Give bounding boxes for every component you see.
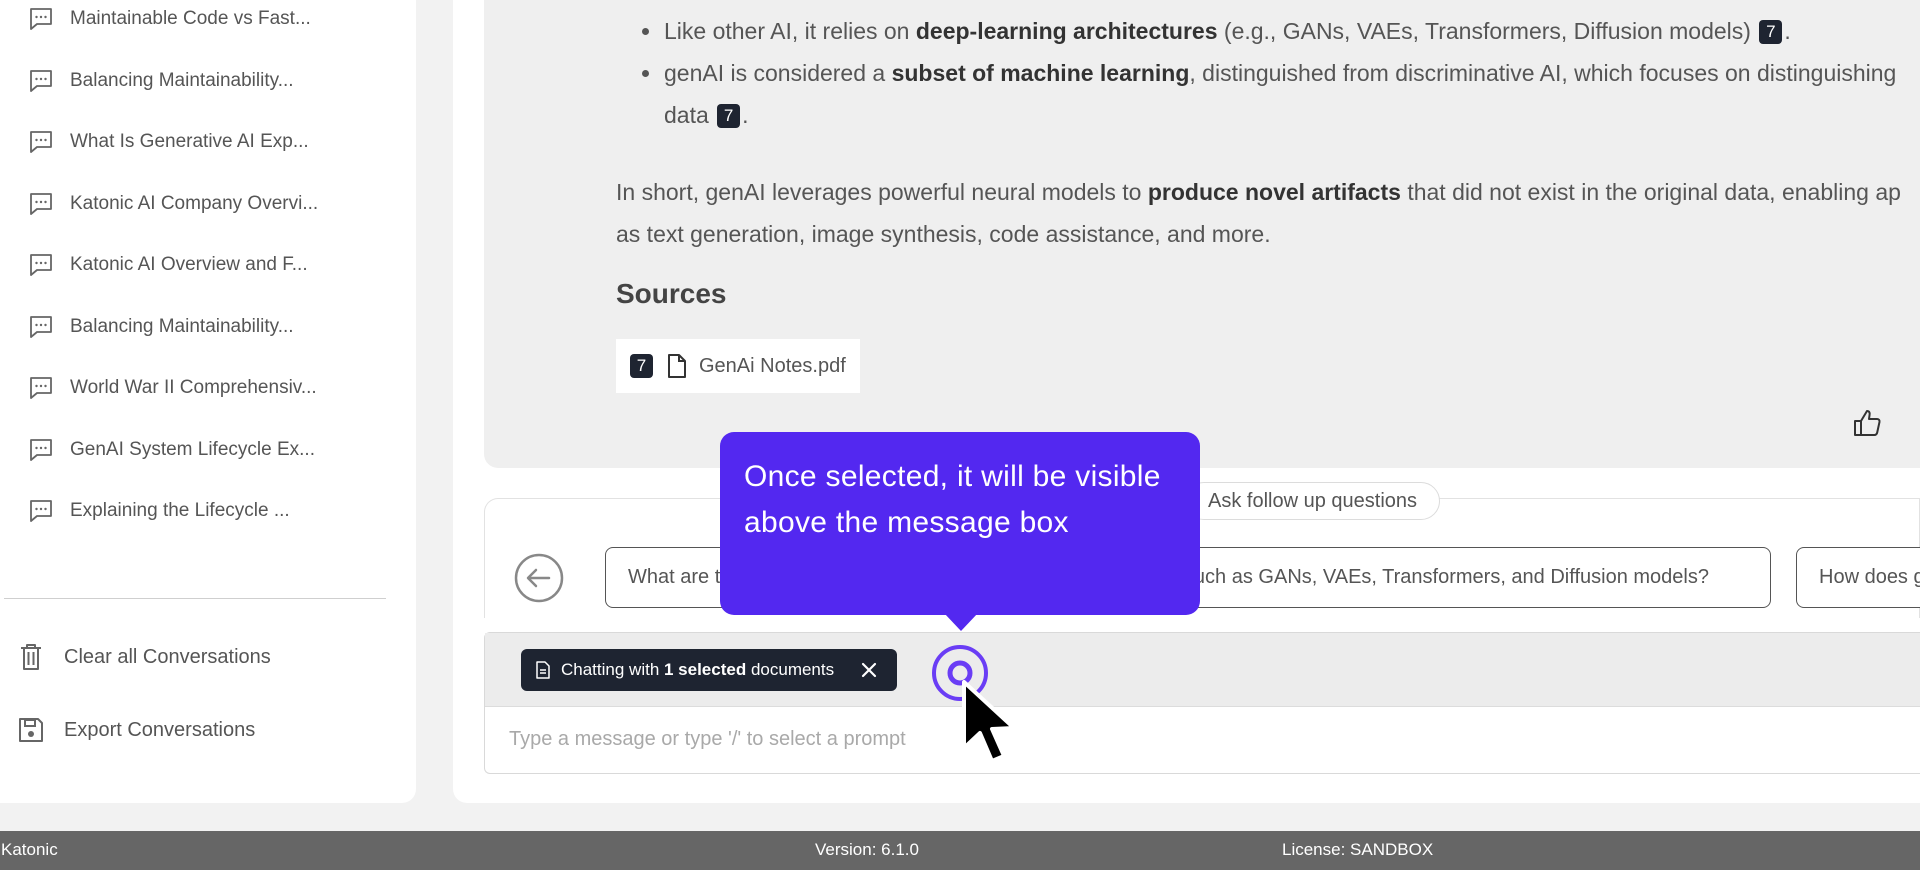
close-icon[interactable] <box>859 660 879 680</box>
chat-icon <box>30 254 52 276</box>
chat-icon <box>30 70 52 92</box>
chip-text-part: Chatting with <box>561 660 664 679</box>
suggested-question-text: I, such as GANs, VAEs, Transformers, and… <box>1167 566 1709 588</box>
document-icon <box>536 661 550 679</box>
suggested-question-text: How does g <box>1819 566 1920 588</box>
export-conversations-button[interactable]: Export Conversations <box>16 713 255 747</box>
sources-heading: Sources <box>616 278 727 309</box>
answer-bullet: genAI is considered a subset of machine … <box>642 52 1920 136</box>
status-footer: Katonic Version: 6.1.0 License: SANDBOX <box>0 831 1920 870</box>
bullet-text: data <box>664 102 716 128</box>
bullet-text: genAI is considered a <box>664 60 892 86</box>
clear-conversations-label: Clear all Conversations <box>64 645 271 668</box>
followup-label: Ask follow up questions <box>1185 482 1441 520</box>
bullet-text: (e.g., GANs, VAEs, Transformers, Diffusi… <box>1217 18 1758 44</box>
back-arrow-icon[interactable] <box>514 553 564 603</box>
conversation-label: Explaining the Lifecycle ... <box>70 500 290 521</box>
summary-text: that did not exist in the original data,… <box>1400 179 1901 205</box>
source-file-name: GenAi Notes.pdf <box>699 354 846 377</box>
selected-documents-chip[interactable]: Chatting with 1 selected documents <box>521 649 897 691</box>
conversation-item[interactable]: World War II Comprehensiv... <box>28 373 317 403</box>
chat-icon <box>30 377 52 399</box>
conversation-item[interactable]: Katonic AI Company Overvi... <box>28 189 318 219</box>
export-conversations-label: Export Conversations <box>64 718 256 741</box>
conversation-item[interactable]: What Is Generative AI Exp... <box>28 127 309 157</box>
message-input[interactable] <box>509 717 1899 761</box>
chip-text: Chatting with 1 selected documents <box>561 660 834 680</box>
thumbs-up-icon[interactable] <box>1851 407 1883 439</box>
bullet-text: . <box>742 102 749 128</box>
answer-bullet: Like other AI, it relies on deep-learnin… <box>642 10 1920 52</box>
suggested-question[interactable]: How does g <box>1796 547 1920 608</box>
chat-input-area: Chatting with 1 selected documents <box>484 632 1920 774</box>
chat-icon <box>30 193 52 215</box>
citation-badge[interactable]: 7 <box>717 104 741 128</box>
source-document-card[interactable]: 7 GenAi Notes.pdf <box>616 339 860 393</box>
bullet-emphasis: subset of machine learning <box>891 60 1190 86</box>
trash-icon <box>21 644 41 670</box>
chat-icon <box>30 316 52 338</box>
bullet-emphasis: deep-learning architectures <box>915 18 1218 44</box>
citation-badge[interactable]: 7 <box>1759 20 1783 44</box>
chat-icon <box>30 131 52 153</box>
summary-text: In short, genAI leverages powerful neura… <box>616 179 1148 205</box>
conversation-label: Balancing Maintainability... <box>70 316 294 337</box>
conversation-label: World War II Comprehensiv... <box>70 377 317 398</box>
bullet-dot <box>642 28 649 35</box>
answer-bullets: Like other AI, it relies on deep-learnin… <box>642 10 1920 136</box>
citation-badge: 7 <box>630 354 653 378</box>
conversation-label: Katonic AI Overview and F... <box>70 254 308 275</box>
tooltip-arrow <box>944 613 978 631</box>
onboarding-tooltip: Once selected, it will be visible above … <box>720 432 1200 615</box>
conversation-item[interactable]: Explaining the Lifecycle ... <box>28 496 290 526</box>
chat-icon <box>30 439 52 461</box>
bullet-text: . <box>1784 18 1791 44</box>
summary-emphasis: produce novel artifacts <box>1147 179 1401 205</box>
bullet-text: , distinguished from discriminative AI, … <box>1189 60 1897 86</box>
chip-count: 1 selected <box>664 660 747 679</box>
summary-text: as text generation, image synthesis, cod… <box>616 221 1271 247</box>
conversation-label: What Is Generative AI Exp... <box>70 131 309 152</box>
bullet-dot <box>642 70 649 77</box>
conversation-item[interactable]: GenAI System Lifecycle Ex... <box>28 435 315 465</box>
sidebar: Maintainable Code vs Fast... Balancing M… <box>0 0 416 803</box>
mouse-cursor-icon <box>962 680 1016 763</box>
conversation-label: Maintainable Code vs Fast... <box>70 8 311 29</box>
footer-version: Version: 6.1.0 <box>815 840 919 859</box>
footer-license: License: SANDBOX <box>1282 840 1434 859</box>
save-icon <box>19 718 43 742</box>
file-icon <box>668 354 686 378</box>
sidebar-divider <box>4 598 386 599</box>
conversation-item[interactable]: Balancing Maintainability... <box>28 312 294 342</box>
conversation-label: Balancing Maintainability... <box>70 70 294 91</box>
chat-icon <box>30 8 52 30</box>
conversation-label: Katonic AI Company Overvi... <box>70 193 319 214</box>
suggested-question-text: What are t <box>628 566 721 588</box>
chat-icon <box>30 500 52 522</box>
bullet-text: Like other AI, it relies on <box>664 18 916 44</box>
chip-text-part: documents <box>746 660 835 679</box>
conversation-item[interactable]: Katonic AI Overview and F... <box>28 250 308 280</box>
selected-documents-bar: Chatting with 1 selected documents <box>485 633 1920 707</box>
answer-summary: In short, genAI leverages powerful neura… <box>616 171 1920 255</box>
conversation-label: GenAI System Lifecycle Ex... <box>70 439 315 460</box>
clear-conversations-button[interactable]: Clear all Conversations <box>16 640 271 674</box>
footer-brand: Katonic <box>1 840 58 859</box>
conversation-item[interactable]: Balancing Maintainability... <box>28 66 294 96</box>
conversation-item[interactable]: Maintainable Code vs Fast... <box>28 4 311 34</box>
